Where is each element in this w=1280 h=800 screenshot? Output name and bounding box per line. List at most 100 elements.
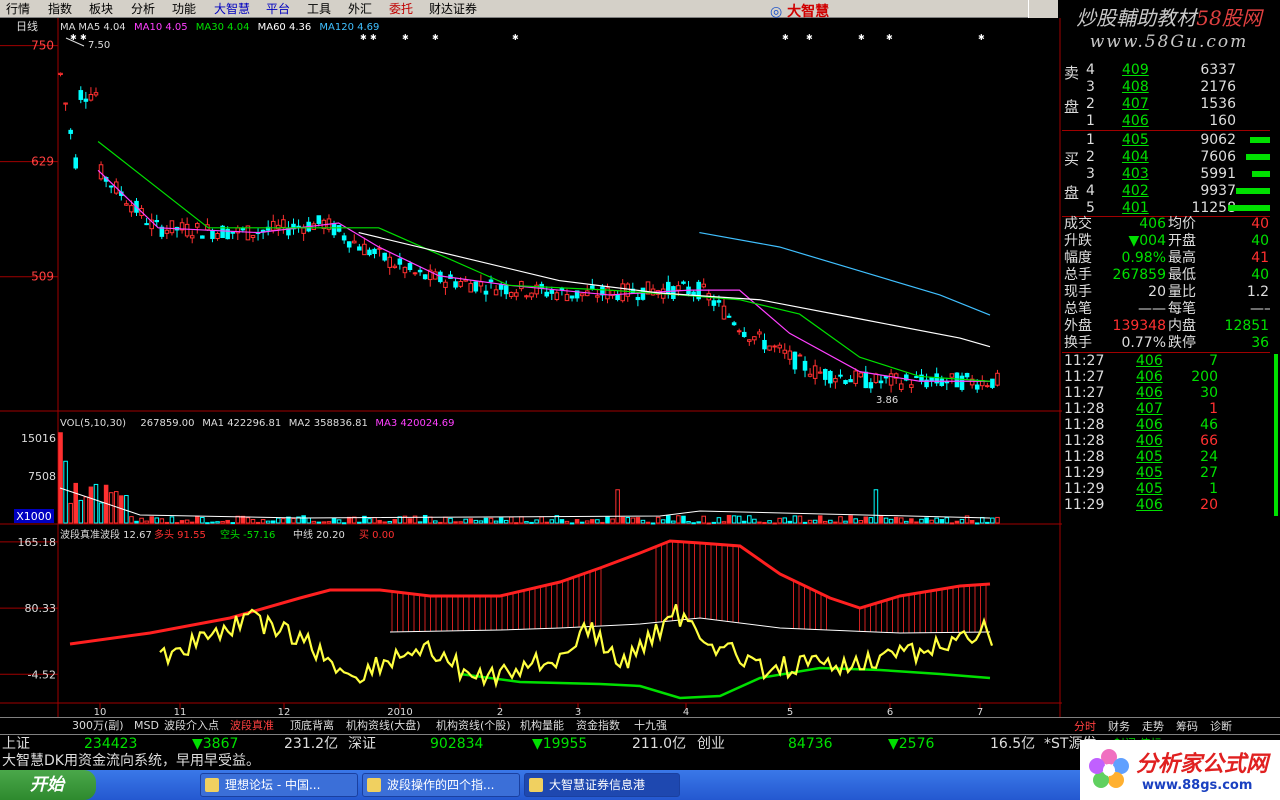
menu-item-6[interactable]: 平台 — [266, 2, 290, 16]
menu-item-8[interactable]: 外汇 — [348, 2, 372, 16]
volume-bar — [620, 516, 625, 524]
stat-key: 最低 — [1168, 267, 1196, 283]
candle-body — [898, 383, 904, 390]
candle-body — [210, 230, 215, 239]
tick-row: 11:29 405 27 — [1062, 465, 1280, 482]
taskbar-item-0[interactable]: 理想论坛 - 中国... — [200, 773, 358, 797]
right-tab-1[interactable]: 财务 — [1108, 718, 1130, 734]
menu-item-10[interactable]: 财达证券 — [429, 2, 477, 16]
right-tab-2[interactable]: 走势 — [1142, 718, 1164, 734]
menu-item-0[interactable]: 行情 — [6, 2, 30, 16]
time-axis-label: 3 — [575, 707, 581, 717]
candle-body — [929, 377, 934, 382]
volume-bar — [858, 519, 863, 524]
taskbar-item-label: 大智慧证券信息港 — [549, 778, 646, 792]
menu-item-7[interactable]: 工具 — [307, 2, 331, 16]
candle-body — [270, 220, 276, 231]
tick-volume: 7 — [1209, 353, 1218, 369]
candle-body — [681, 281, 686, 284]
candle-body — [757, 331, 762, 335]
menu-item-4[interactable]: 功能 — [172, 2, 196, 16]
cy-amount: 16.5亿 — [990, 736, 1036, 752]
taskbar-item-2[interactable]: 大智慧证券信息港 — [524, 773, 680, 797]
volume-bar — [676, 515, 681, 524]
candle-body — [985, 385, 990, 388]
candle-body — [792, 351, 798, 370]
candle-body — [422, 274, 428, 280]
indicator-tab-3[interactable]: 波段真准 — [230, 719, 274, 733]
stat-key: 外盘 — [1064, 318, 1092, 334]
candle-body — [169, 220, 175, 234]
vol-legend-2: MA1 422296.81 — [202, 418, 281, 429]
candle-body — [964, 372, 970, 378]
candle-body — [124, 203, 129, 206]
candle-body — [817, 371, 823, 374]
indicator-tab-6[interactable]: 机构资线(个股) — [436, 719, 511, 733]
stock-chart[interactable]: 日线 MA MA5 4.04 MA10 4.05 MA30 4.04 MA60 4.36 M… — [0, 18, 1062, 717]
candle-body — [721, 305, 727, 320]
menu-item-2[interactable]: 板块 — [89, 2, 113, 16]
taskbar-item-1[interactable]: 波段操作的四个指... — [362, 773, 520, 797]
candle-body — [990, 378, 995, 388]
ask-level: 3 — [1086, 79, 1095, 95]
sz-amount: 211.0亿 — [632, 736, 687, 752]
indicator-tab-1[interactable]: MSD — [134, 719, 159, 733]
candle-body — [590, 285, 595, 290]
stat-value: ▼004 — [1128, 233, 1167, 249]
candle-body — [863, 371, 869, 389]
candle-body — [372, 248, 377, 255]
volume-bar — [873, 489, 879, 524]
ind-legend-0: 波段真准波段 12.67 — [60, 528, 152, 541]
tick-price: 407 — [1136, 401, 1163, 417]
volume-bar — [944, 517, 950, 524]
candle-body — [230, 231, 235, 234]
candle-body — [691, 291, 696, 295]
candle-body — [215, 232, 220, 240]
candle-body — [483, 290, 489, 295]
volume-bar — [610, 518, 615, 524]
ask-price: 406 — [1122, 113, 1149, 129]
candle-body — [812, 365, 818, 379]
indicator-tab-9[interactable]: 十九强 — [634, 719, 667, 733]
candle-body — [716, 300, 722, 303]
volume-bar — [63, 460, 68, 524]
candle-body — [331, 222, 337, 236]
candle-body — [843, 380, 848, 384]
volume-bar — [655, 516, 661, 524]
right-tab-0[interactable]: 分时 — [1074, 718, 1096, 734]
tray-ad-line2: www.88gs.com — [1142, 778, 1253, 793]
indicator-tab-7[interactable]: 机构量能 — [520, 719, 564, 733]
flower-logo-icon — [1089, 749, 1129, 788]
indicator-tab-5[interactable]: 机构资线(大盘) — [346, 719, 421, 733]
menu-item-1[interactable]: 指数 — [48, 2, 72, 16]
candle-body — [524, 295, 529, 298]
right-tab-4[interactable]: 诊断 — [1210, 718, 1232, 734]
tick-price: 406 — [1136, 353, 1163, 369]
quote-panel: 卖盘 4 409 6337 3 408 2176 2 407 1536 1 406 160 买盘 1 405 9… — [1062, 58, 1280, 718]
bid-price: 401 — [1122, 200, 1149, 216]
menu-item-9[interactable]: 委托 — [389, 2, 413, 16]
candle-body — [564, 294, 570, 302]
stat-value: 406 — [1139, 216, 1166, 232]
volume-bar — [230, 522, 235, 525]
bid-volume: 9062 — [1200, 132, 1236, 148]
ind-legend-1: 多头 91.55 — [154, 528, 206, 541]
candle-body — [640, 287, 646, 300]
menu-item-3[interactable]: 分析 — [131, 2, 155, 16]
indicator-tab-0[interactable]: 300万(副) — [72, 719, 124, 733]
candle-body — [336, 225, 342, 232]
indicator-tab-4[interactable]: 顶底背离 — [290, 719, 334, 733]
volume-bar — [584, 520, 590, 524]
candle-body — [412, 272, 418, 275]
candle-body — [407, 262, 413, 271]
indicator-tab-2[interactable]: 波段介入点 — [164, 719, 219, 733]
vol-axis-label: 7508 — [28, 470, 56, 483]
stat-row: 总笔 —— 每笔 —— — [1062, 301, 1280, 318]
tick-price: 406 — [1136, 385, 1163, 401]
volume-bar — [731, 515, 737, 524]
quicklaunch-icons[interactable] — [108, 776, 194, 794]
right-tab-3[interactable]: 筹码 — [1176, 718, 1198, 734]
start-button[interactable]: 开始 — [0, 770, 96, 800]
indicator-tab-8[interactable]: 资金指数 — [576, 719, 620, 733]
menu-item-5[interactable]: 大智慧 — [214, 2, 250, 16]
